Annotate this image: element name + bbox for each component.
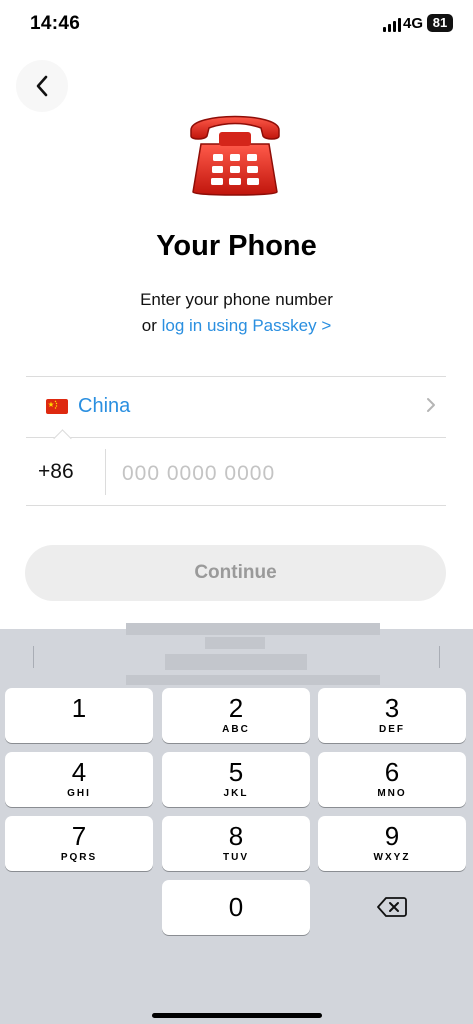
home-indicator (152, 1013, 322, 1018)
divider (33, 646, 34, 668)
instruction-text: Enter your phone number (140, 290, 333, 309)
china-flag-icon (46, 399, 68, 414)
key-3[interactable]: 3 DEF (318, 688, 466, 743)
key-letters: GHI (67, 788, 91, 799)
key-letters: PQRS (60, 852, 98, 863)
key-9[interactable]: 9 WXYZ (318, 816, 466, 871)
key-letters: WXYZ (373, 852, 411, 863)
key-digit: 0 (228, 892, 244, 922)
key-6[interactable]: 6 MNO (318, 752, 466, 807)
backspace-icon (377, 896, 407, 917)
key-7[interactable]: 7 PQRS (5, 816, 153, 871)
signal-icon (383, 18, 401, 32)
chevron-right-icon (427, 398, 435, 412)
continue-label: Continue (194, 562, 277, 583)
status-bar: 14:46 4G 81 (0, 0, 473, 50)
key-letters: TUV (223, 852, 249, 863)
country-name: China (78, 395, 131, 417)
passkey-line: or log in using Passkey > (0, 316, 473, 336)
blurred-suggestion (205, 637, 265, 649)
key-digit: 6 (384, 757, 400, 787)
passkey-prefix: or (141, 316, 162, 335)
phone-number-input[interactable] (120, 457, 434, 491)
blurred-suggestion (126, 623, 380, 635)
blurred-suggestion (126, 675, 380, 685)
battery-indicator: 81 (427, 14, 453, 32)
passkey-arrow: > (321, 316, 332, 335)
key-2[interactable]: 2 ABC (162, 688, 310, 743)
telephone-icon (190, 115, 280, 196)
key-4[interactable]: 4 GHI (5, 752, 153, 807)
key-letters: JKL (223, 788, 249, 799)
continue-button[interactable]: Continue (25, 545, 446, 601)
page-title: Your Phone (156, 230, 317, 262)
key-letters: DEF (379, 724, 405, 735)
key-8[interactable]: 8 TUV (162, 816, 310, 871)
key-0[interactable]: 0 (162, 880, 310, 935)
key-1[interactable]: 1 (5, 688, 153, 743)
divider (26, 437, 446, 438)
key-digit: 4 (71, 757, 87, 787)
status-time: 14:46 (30, 13, 81, 34)
key-letters: MNO (377, 788, 407, 799)
passkey-link[interactable]: log in using Passkey > (162, 316, 332, 335)
key-digit: 9 (384, 821, 400, 851)
key-digit: 1 (71, 693, 87, 723)
delete-key[interactable] (318, 879, 466, 934)
suggestion-bar (0, 623, 473, 685)
key-letters: ABC (222, 724, 250, 735)
key-digit: 5 (228, 757, 244, 787)
chevron-left-icon (36, 75, 48, 97)
network-type: 4G (402, 15, 423, 32)
blurred-suggestion (165, 654, 307, 670)
country-code[interactable]: +86 (38, 460, 74, 484)
divider (105, 449, 106, 495)
back-button[interactable] (16, 60, 68, 112)
divider (439, 646, 440, 668)
divider (26, 505, 446, 506)
key-digit: 8 (228, 821, 244, 851)
country-selector[interactable]: China (26, 377, 446, 437)
numeric-keyboard: 1 2 ABC 3 DEF 4 GHI 5 JKL 6 MNO 7 PQRS 8… (0, 623, 473, 1024)
passkey-link-label: log in using Passkey (161, 316, 317, 335)
key-digit: 2 (228, 693, 244, 723)
key-digit: 3 (384, 693, 400, 723)
key-digit: 7 (71, 821, 87, 851)
key-5[interactable]: 5 JKL (162, 752, 310, 807)
